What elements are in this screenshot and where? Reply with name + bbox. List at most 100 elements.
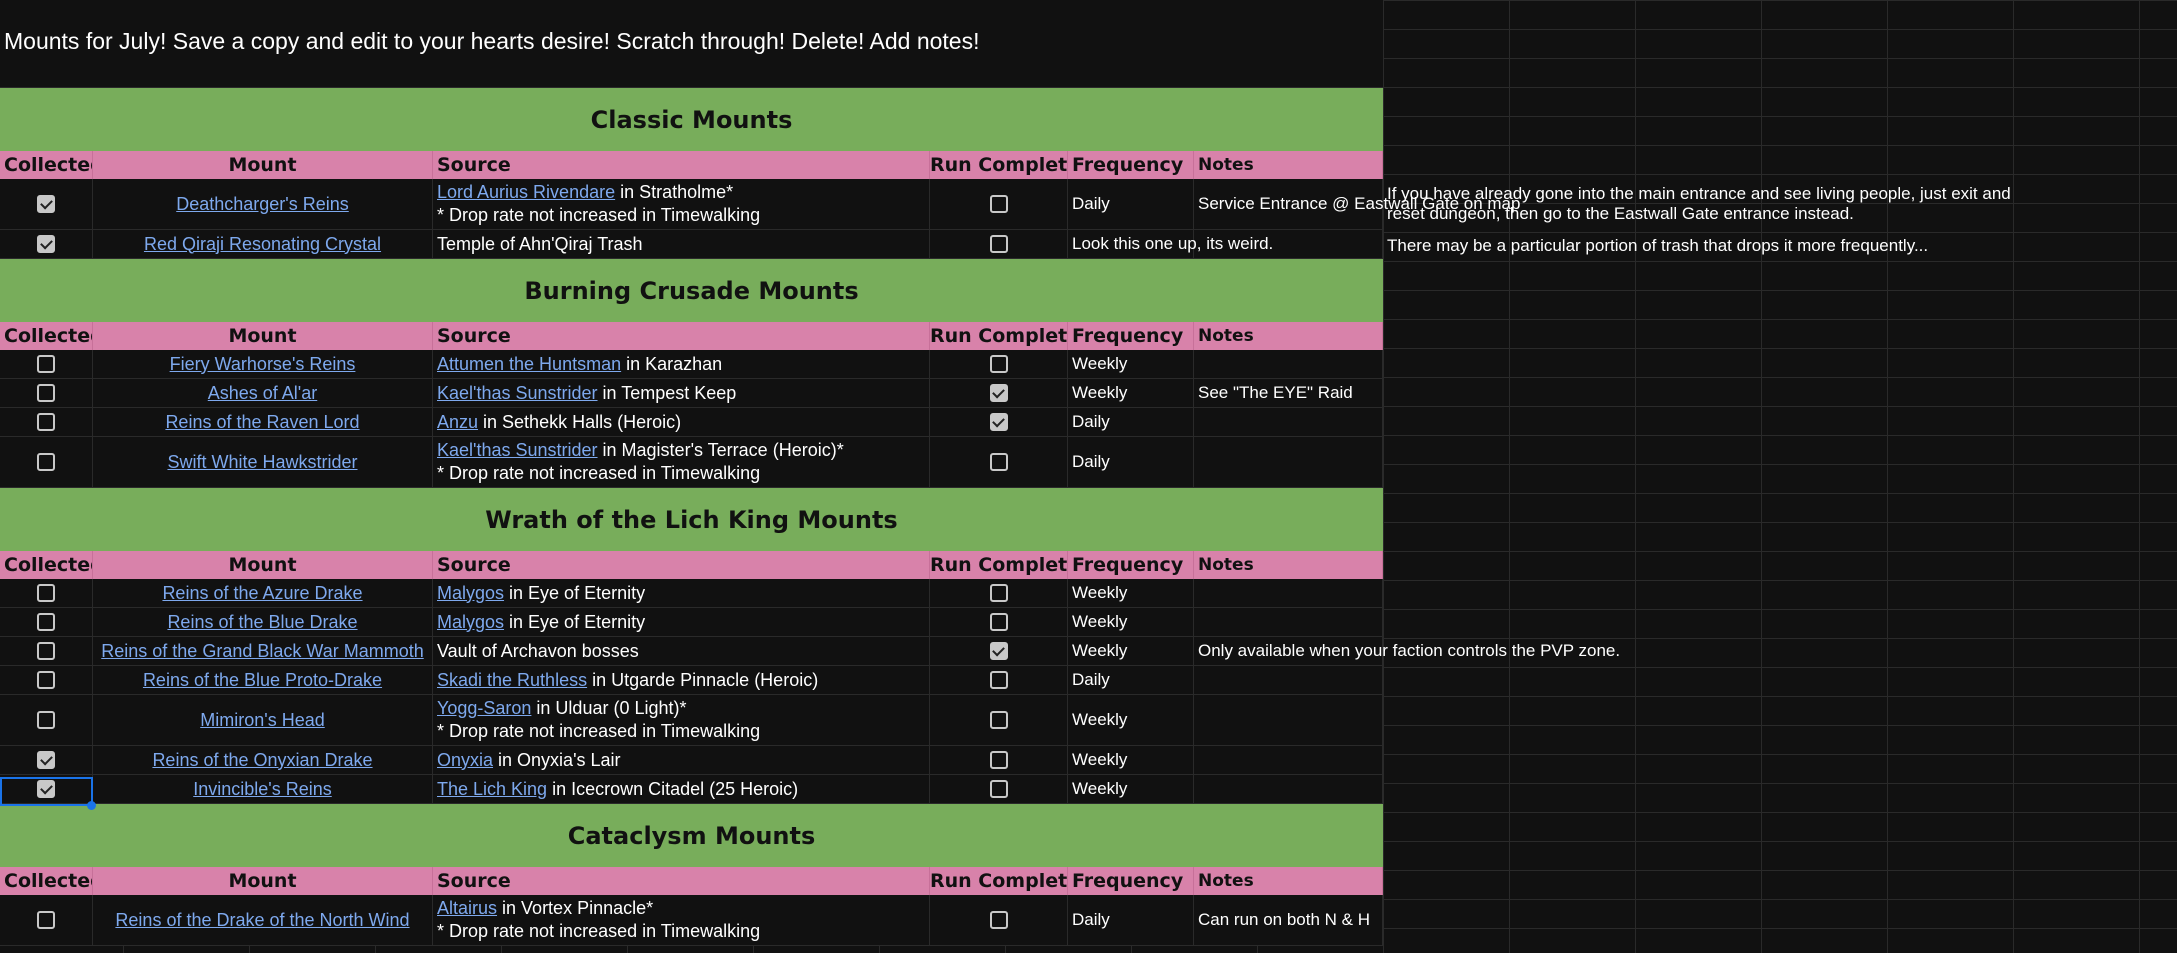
run-complete-cell[interactable] <box>930 179 1068 229</box>
collected-cell[interactable] <box>0 350 93 378</box>
mount-link[interactable]: Reins of the Blue Proto-Drake <box>143 670 382 691</box>
collected-cell[interactable] <box>0 579 93 607</box>
run-complete-checkbox[interactable] <box>989 235 1008 253</box>
mount-cell[interactable]: Reins of the Drake of the North Wind <box>93 895 433 945</box>
collected-cell[interactable] <box>0 379 93 407</box>
run-complete-checkbox[interactable] <box>989 355 1008 373</box>
collected-checkbox[interactable] <box>37 711 55 729</box>
collected-cell[interactable] <box>0 666 93 694</box>
source-cell[interactable]: Vault of Archavon bosses <box>433 637 930 665</box>
mount-cell[interactable]: Reins of the Onyxian Drake <box>93 746 433 774</box>
mount-cell[interactable]: Ashes of Al'ar <box>93 379 433 407</box>
run-complete-checkbox[interactable] <box>989 751 1008 769</box>
mount-cell[interactable]: Fiery Warhorse's Reins <box>93 350 433 378</box>
source-cell[interactable]: Skadi the Ruthless in Utgarde Pinnacle (… <box>433 666 930 694</box>
column-header-collected[interactable]: Collected <box>0 551 93 579</box>
source-link[interactable]: Kael'thas Sunstrider <box>437 383 598 403</box>
column-header-frequency[interactable]: Frequency <box>1068 867 1194 895</box>
run-complete-cell[interactable] <box>930 608 1068 636</box>
source-link[interactable]: Malygos <box>437 612 504 632</box>
column-header-mount[interactable]: Mount <box>93 151 433 179</box>
run-complete-checkbox[interactable] <box>989 613 1008 631</box>
run-complete-checkbox[interactable] <box>989 195 1008 213</box>
source-cell[interactable]: Kael'thas Sunstrider in Magister's Terra… <box>433 437 930 487</box>
notes-cell[interactable]: Only available when your faction control… <box>1194 637 1620 665</box>
source-cell[interactable]: Temple of Ahn'Qiraj Trash <box>433 230 930 258</box>
collected-checkbox[interactable] <box>37 642 55 660</box>
column-header-notes[interactable]: Notes <box>1194 551 1383 579</box>
collected-checkbox[interactable] <box>37 453 55 471</box>
source-cell[interactable]: The Lich King in Icecrown Citadel (25 He… <box>433 775 930 803</box>
notes-cell[interactable] <box>1194 608 1383 636</box>
frequency-cell[interactable]: Daily <box>1068 179 1194 229</box>
section-header[interactable]: Cataclysm Mounts <box>0 804 1383 867</box>
notes-cell[interactable]: Can run on both N & H <box>1194 895 1383 945</box>
source-cell[interactable]: Anzu in Sethekk Halls (Heroic) <box>433 408 930 436</box>
column-header-collected[interactable]: Collected <box>0 322 93 350</box>
mount-link[interactable]: Invincible's Reins <box>193 779 332 800</box>
column-header-notes[interactable]: Notes <box>1194 151 1383 179</box>
column-header-source[interactable]: Source <box>433 322 930 350</box>
mount-link[interactable]: Reins of the Drake of the North Wind <box>115 910 409 931</box>
frequency-cell[interactable]: Weekly <box>1068 775 1194 803</box>
column-header-frequency[interactable]: Frequency <box>1068 151 1194 179</box>
notes-cell[interactable] <box>1194 230 1383 258</box>
source-cell[interactable]: Attumen the Huntsman in Karazhan <box>433 350 930 378</box>
notes-cell[interactable] <box>1194 350 1383 378</box>
run-complete-checkbox[interactable] <box>989 711 1008 729</box>
run-complete-cell[interactable] <box>930 579 1068 607</box>
collected-checkbox[interactable] <box>37 384 55 402</box>
mount-link[interactable]: Reins of the Blue Drake <box>167 612 357 633</box>
frequency-cell[interactable]: Daily <box>1068 666 1194 694</box>
mount-cell[interactable]: Mimiron's Head <box>93 695 433 745</box>
column-header-notes[interactable]: Notes <box>1194 322 1383 350</box>
column-header-source[interactable]: Source <box>433 151 930 179</box>
section-header[interactable]: Classic Mounts <box>0 88 1383 151</box>
source-link[interactable]: Anzu <box>437 412 478 432</box>
column-header-run-complete[interactable]: Run Complete <box>930 867 1068 895</box>
mount-cell[interactable]: Reins of the Blue Proto-Drake <box>93 666 433 694</box>
frequency-cell[interactable]: Daily <box>1068 437 1194 487</box>
source-cell[interactable]: Yogg-Saron in Ulduar (0 Light)* * Drop ra… <box>433 695 930 745</box>
notes-cell[interactable]: See "The EYE" Raid <box>1194 379 1383 407</box>
mount-cell[interactable]: Swift White Hawkstrider <box>93 437 433 487</box>
collected-cell[interactable] <box>0 230 93 258</box>
run-complete-cell[interactable] <box>930 637 1068 665</box>
column-header-source[interactable]: Source <box>433 867 930 895</box>
mount-cell[interactable]: Reins of the Azure Drake <box>93 579 433 607</box>
mount-link[interactable]: Reins of the Onyxian Drake <box>152 750 372 771</box>
run-complete-cell[interactable] <box>930 895 1068 945</box>
mount-link[interactable]: Deathcharger's Reins <box>176 194 349 215</box>
source-link[interactable]: Lord Aurius Rivendare <box>437 182 615 202</box>
column-header-frequency[interactable]: Frequency <box>1068 551 1194 579</box>
mount-cell[interactable]: Deathcharger's Reins <box>93 179 433 229</box>
column-header-run-complete[interactable]: Run Complete <box>930 151 1068 179</box>
collected-cell[interactable] <box>0 179 93 229</box>
mount-cell[interactable]: Invincible's Reins <box>93 775 433 803</box>
extended-note[interactable]: There may be a particular portion of tra… <box>1387 236 2027 256</box>
mount-link[interactable]: Reins of the Raven Lord <box>165 412 359 433</box>
collected-cell[interactable] <box>0 746 93 774</box>
column-header-notes[interactable]: Notes <box>1194 867 1383 895</box>
frequency-cell[interactable]: Look this one up, its weird. <box>1068 230 1273 258</box>
collected-cell[interactable] <box>0 695 93 745</box>
mount-link[interactable]: Reins of the Grand Black War Mammoth <box>101 641 423 662</box>
frequency-cell[interactable]: Weekly <box>1068 579 1194 607</box>
source-link[interactable]: Onyxia <box>437 750 493 770</box>
frequency-cell[interactable]: Weekly <box>1068 350 1194 378</box>
collected-checkbox[interactable] <box>37 584 55 602</box>
run-complete-cell[interactable] <box>930 775 1068 803</box>
collected-cell[interactable] <box>0 637 93 665</box>
run-complete-cell[interactable] <box>930 666 1068 694</box>
collected-cell[interactable] <box>0 437 93 487</box>
frequency-cell[interactable]: Daily <box>1068 895 1194 945</box>
mount-cell[interactable]: Reins of the Grand Black War Mammoth <box>93 637 433 665</box>
run-complete-checkbox[interactable] <box>989 384 1008 402</box>
mount-link[interactable]: Reins of the Azure Drake <box>162 583 362 604</box>
frequency-cell[interactable]: Weekly <box>1068 695 1194 745</box>
collected-cell[interactable] <box>0 608 93 636</box>
mount-cell[interactable]: Reins of the Raven Lord <box>93 408 433 436</box>
collected-cell[interactable] <box>0 408 93 436</box>
notes-cell[interactable] <box>1194 408 1383 436</box>
notes-cell[interactable] <box>1194 579 1383 607</box>
